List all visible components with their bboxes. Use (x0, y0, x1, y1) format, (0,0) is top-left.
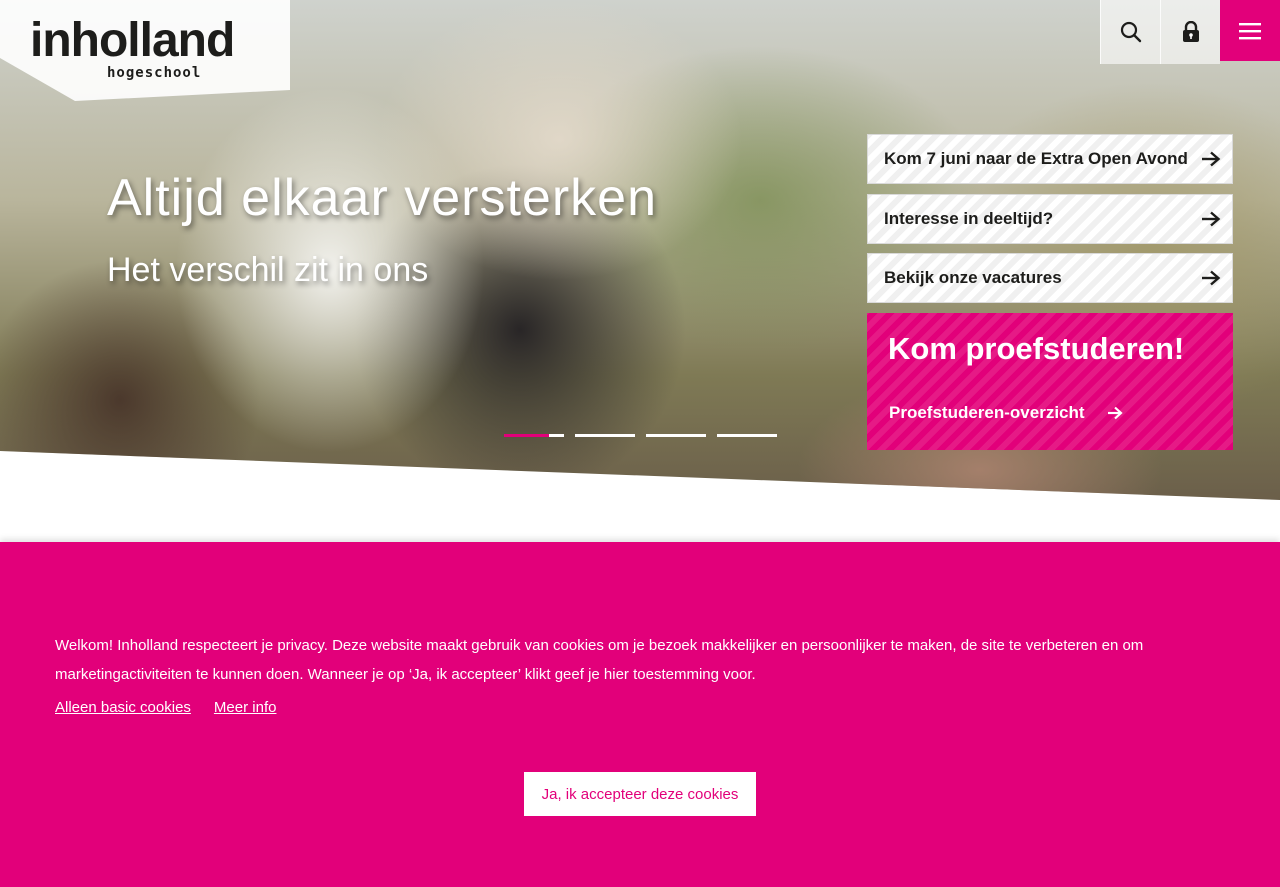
logo-wordmark: inholland (30, 14, 235, 67)
cookie-links: Alleen basic cookies Meer info (55, 699, 276, 716)
accept-cookies-button[interactable]: Ja, ik accepteer deze cookies (524, 772, 756, 816)
quick-link-vacatures[interactable]: Bekijk onze vacatures (867, 253, 1233, 303)
slider-indicator-1[interactable] (504, 434, 564, 437)
proefstuderen-promo: Kom proefstuderen! Proefstuderen-overzic… (867, 313, 1233, 450)
quick-link-deeltijd[interactable]: Interesse in deeltijd? (867, 194, 1233, 244)
quick-link-label: Interesse in deeltijd? (884, 209, 1054, 228)
promo-title: Kom proefstuderen! (888, 331, 1185, 366)
login-button[interactable] (1161, 0, 1221, 64)
hero-title: Altijd elkaar versterken (107, 169, 657, 227)
quick-link-open-avond[interactable]: Kom 7 juni naar de Extra Open Avond (867, 134, 1233, 184)
arrow-right-icon (1202, 211, 1221, 227)
quick-link-label: Kom 7 juni naar de Extra Open Avond (884, 149, 1188, 168)
slider-indicator-2[interactable] (575, 434, 635, 437)
main-menu-button[interactable] (1220, 0, 1280, 61)
search-icon (1120, 21, 1141, 43)
more-info-link[interactable]: Meer info (214, 699, 277, 716)
arrow-right-icon (1202, 151, 1221, 167)
proefstuderen-overview-link[interactable]: Proefstuderen-overzicht (889, 403, 1123, 423)
hero-subtitle: Het verschil zit in ons (107, 251, 429, 289)
search-button[interactable] (1101, 0, 1161, 64)
slider-indicators (504, 434, 777, 437)
cookie-banner: Welkom! Inholland respecteert je privacy… (0, 542, 1280, 887)
hamburger-menu-icon (1239, 22, 1261, 39)
arrow-right-icon (1202, 270, 1221, 286)
lock-icon (1183, 21, 1199, 42)
inholland-logo[interactable]: inholland hogeschool (30, 14, 262, 84)
logo-subtext: hogeschool (107, 65, 202, 81)
arrow-right-icon (1107, 406, 1123, 420)
promo-link-label: Proefstuderen-overzicht (889, 403, 1085, 422)
quick-link-label: Bekijk onze vacatures (884, 268, 1062, 287)
slider-indicator-3[interactable] (646, 434, 706, 437)
cookie-consent-text: Welkom! Inholland respecteert je privacy… (55, 637, 1144, 683)
slider-indicator-4[interactable] (717, 434, 777, 437)
slider-progress-fill (504, 434, 549, 437)
basic-cookies-link[interactable]: Alleen basic cookies (55, 699, 191, 716)
